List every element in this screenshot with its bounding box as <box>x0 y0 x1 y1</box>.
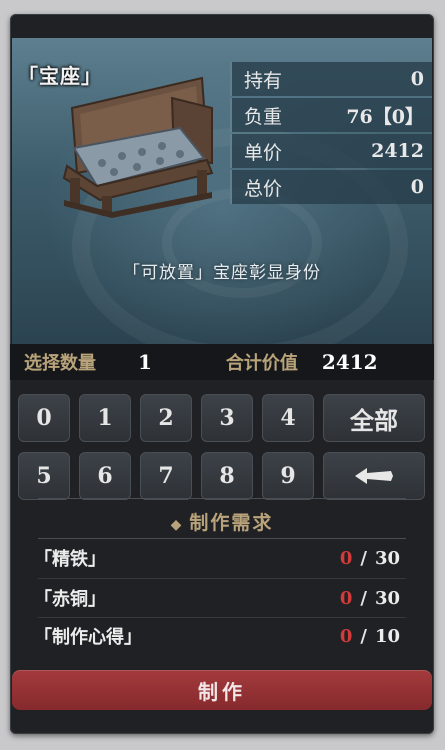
need-count: 10 <box>374 625 400 647</box>
divider <box>38 498 406 499</box>
stat-value: 0 <box>410 176 424 198</box>
need-count: 30 <box>374 587 400 609</box>
stat-total-price: 总价 0 <box>230 170 432 204</box>
stat-value: 0 <box>410 68 424 90</box>
stat-weight: 负重 76【0】 <box>230 98 432 132</box>
requirement-count: 0/30 <box>339 587 400 609</box>
key-3[interactable]: 3 <box>201 394 253 442</box>
requirement-count: 0/10 <box>339 625 400 647</box>
key-0[interactable]: 0 <box>18 394 70 442</box>
quantity-summary: 选择数量 1 合计价值 2412 <box>10 344 434 380</box>
key-6[interactable]: 6 <box>79 452 131 500</box>
backspace-arrow-icon <box>355 468 393 484</box>
key-9[interactable]: 9 <box>262 452 314 500</box>
stat-label: 负重 <box>244 105 283 128</box>
have-count: 0 <box>339 625 353 647</box>
requirement-name: 「精铁」 <box>34 549 106 570</box>
key-5[interactable]: 5 <box>18 452 70 500</box>
requirements-title: ◆ 制作需求 <box>10 508 434 535</box>
have-count: 0 <box>339 587 353 609</box>
requirement-row: 「精铁」 0/30 <box>34 542 400 574</box>
item-preview: 「宝座」 持有 0 负重 76【0】 单价 2412 总价 0 「可放置」宝座彰… <box>12 38 432 348</box>
requirement-row: 「制作心得」 0/10 <box>34 620 400 652</box>
key-7[interactable]: 7 <box>140 452 192 500</box>
diamond-icon: ◆ <box>170 517 184 533</box>
stat-label: 持有 <box>244 69 283 92</box>
key-4[interactable]: 4 <box>262 394 314 442</box>
key-1[interactable]: 1 <box>79 394 131 442</box>
item-title: 「宝座」 <box>18 64 102 88</box>
crafting-panel: 「宝座」 持有 0 负重 76【0】 单价 2412 总价 0 「可放置」宝座彰… <box>10 14 434 734</box>
stat-unit-price: 单价 2412 <box>230 134 432 168</box>
stat-value: 2412 <box>371 140 424 162</box>
requirement-row: 「赤铜」 0/30 <box>34 582 400 614</box>
divider <box>38 617 406 618</box>
key-8[interactable]: 8 <box>201 452 253 500</box>
divider <box>38 578 406 579</box>
total-value-label: 合计价值 <box>225 353 298 374</box>
stat-label: 单价 <box>244 141 283 164</box>
item-stats: 持有 0 负重 76【0】 单价 2412 总价 0 <box>230 62 432 206</box>
need-count: 30 <box>374 547 400 569</box>
item-description: 「可放置」宝座彰显身份 <box>123 263 321 283</box>
select-quantity-value: 1 <box>138 350 152 374</box>
requirement-name: 「赤铜」 <box>34 589 106 610</box>
have-count: 0 <box>339 547 353 569</box>
stat-owned: 持有 0 <box>230 62 432 96</box>
divider <box>38 538 406 539</box>
craft-button[interactable]: 制作 <box>12 670 432 710</box>
total-value: 2412 <box>321 350 378 374</box>
requirements-title-text: 制作需求 <box>189 512 274 534</box>
backspace-button[interactable] <box>323 452 425 500</box>
throne-image <box>62 76 214 218</box>
requirement-name: 「制作心得」 <box>34 627 142 648</box>
stat-value: 76【0】 <box>346 105 424 128</box>
key-2[interactable]: 2 <box>140 394 192 442</box>
select-quantity-label: 选择数量 <box>24 353 96 374</box>
stat-label: 总价 <box>244 177 283 200</box>
requirement-count: 0/30 <box>339 547 400 569</box>
all-button[interactable]: 全部 <box>323 394 425 442</box>
